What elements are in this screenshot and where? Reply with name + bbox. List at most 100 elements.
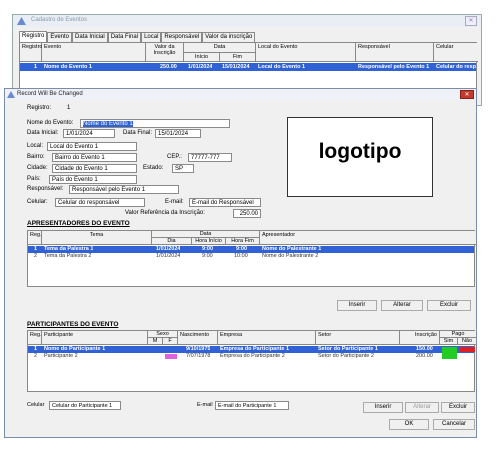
pago-nao-indicator (460, 347, 475, 352)
celular-field[interactable]: Celular do responsável (55, 198, 145, 207)
sexo-f-indicator (165, 354, 177, 359)
close-icon[interactable]: ✕ (460, 90, 474, 99)
tab-data-final[interactable]: Data Final (107, 32, 142, 42)
local-label: Local: (27, 143, 44, 149)
cell-registro: 1 (34, 64, 38, 70)
col-data: Data (152, 231, 260, 238)
col-sim[interactable]: Sim (440, 338, 458, 345)
col-celular[interactable]: Celular (434, 43, 478, 62)
col-reg[interactable]: Reg. (28, 331, 42, 345)
table-row[interactable]: 1 Nome do Evento 1 250.00 1/01/2024 15/0… (20, 63, 476, 71)
col-inscricao[interactable]: Inscrição (400, 331, 440, 345)
part-email-field[interactable]: E-mail do Participante 1 (215, 401, 289, 410)
logo-box: logotipo (287, 117, 433, 197)
col-setor[interactable]: Setor (316, 331, 400, 345)
tab-evento[interactable]: Evento (47, 32, 73, 42)
tab-data-inicial[interactable]: Data Inicial (72, 32, 108, 42)
tab-bar: Registro Evento Data Inicial Data Final … (19, 31, 256, 42)
col-responsavel[interactable]: Responsável (356, 43, 434, 62)
responsavel-field[interactable]: Responsável pelo Evento 1 (69, 185, 179, 194)
col-evento[interactable]: Evento (42, 43, 146, 62)
col-tema[interactable]: Tema (42, 231, 152, 245)
close-icon[interactable]: ✕ (465, 16, 477, 26)
estado-field[interactable]: SP (172, 164, 194, 173)
cell-reg: 1 (34, 346, 38, 352)
nome-value: Nome do Evento 1 (83, 121, 133, 127)
data-final-label: Data Final: (123, 130, 153, 136)
cell-fim: 15/01/2024 (222, 64, 250, 70)
table-row[interactable]: 1 Nome do Participante 1 9/10/1975 Empre… (28, 346, 475, 353)
cell-dia: 1/01/2024 (156, 253, 181, 259)
pago-sim-indicator (442, 347, 457, 359)
registro-value: 1 (67, 105, 71, 111)
tab-responsavel[interactable]: Responsável (161, 32, 203, 42)
participantes-inserir-button[interactable]: Inserir (363, 402, 403, 413)
col-hora-fim[interactable]: Hora Fim (226, 238, 260, 245)
apresentadores-alterar-button[interactable]: Alterar (381, 300, 423, 311)
cell-apresentador: Nome do Palestrante 2 (262, 253, 319, 259)
cell-nascimento: 7/07/1978 (186, 353, 211, 359)
cell-empresa: Empresa do Participante 2 (220, 353, 285, 359)
valor-ref-field[interactable]: 250.00 (233, 209, 261, 218)
cell-inicio: 9:00 (202, 246, 214, 252)
responsavel-label: Responsável: (27, 186, 64, 192)
col-nascimento[interactable]: Nascimento (178, 331, 218, 345)
col-reg[interactable]: Reg. (28, 231, 42, 245)
apresentadores-inserir-button[interactable]: Inserir (337, 300, 377, 311)
part-celular-field[interactable]: Celular do Participante 1 (49, 401, 121, 410)
col-participante[interactable]: Participante (42, 331, 148, 345)
participantes-excluir-button[interactable]: Excluir (441, 402, 475, 413)
participantes-grid[interactable]: Reg. Participante Sexo M F Nascimento Em… (27, 330, 476, 392)
cell-inscricao: 150.00 (416, 346, 433, 352)
table-row[interactable]: 1 Tema da Palestra 1 1/01/2024 9:00 9:00… (28, 246, 474, 253)
col-registro[interactable]: Registro (20, 43, 42, 62)
cell-tema: Tema da Palestra 1 (44, 246, 94, 252)
email-label: E-mail: (165, 199, 184, 205)
col-valor[interactable]: Valor da Inscrição (146, 43, 184, 62)
data-inicial-label: Data Inicial: (27, 130, 59, 136)
col-local[interactable]: Local do Evento (256, 43, 356, 62)
dialog-title: Record Will Be Changed (5, 89, 476, 100)
col-inicio[interactable]: Início (184, 53, 220, 62)
bairro-field[interactable]: Bairro do Evento 1 (52, 153, 137, 162)
bairro-label: Bairro: (27, 154, 45, 160)
cell-reg: 2 (34, 353, 38, 359)
tab-valor-inscricao[interactable]: Valor da inscrição (202, 32, 256, 42)
pais-field[interactable]: País do Evento 1 (49, 175, 137, 184)
local-field[interactable]: Local do Evento 1 (47, 142, 137, 151)
nome-label: Nome do Evento: (27, 120, 74, 126)
cep-field[interactable]: 77777-777 (188, 153, 232, 162)
apresentadores-grid[interactable]: Reg. Tema Data Dia Hora Início Hora Fim … (27, 230, 476, 287)
col-dia[interactable]: Dia (152, 238, 192, 245)
col-m[interactable]: M (148, 338, 163, 345)
cell-setor: Setor do Participante 1 (318, 346, 378, 352)
cell-participante: Nome do Participante 1 (44, 346, 106, 352)
data-inicial-field[interactable]: 1/01/2024 (63, 129, 115, 138)
tab-local[interactable]: Local (141, 32, 162, 42)
participantes-alterar-button[interactable]: Alterar (405, 402, 439, 413)
col-empresa[interactable]: Empresa (218, 331, 316, 345)
table-row[interactable]: 2 Tema da Palestra 2 1/01/2024 9:00 10:0… (28, 253, 474, 260)
table-row[interactable]: 2 Participante 2 7/07/1978 Empresa do Pa… (28, 347, 474, 360)
ok-button[interactable]: OK (389, 419, 429, 430)
cell-reg: 2 (34, 253, 38, 259)
cidade-field[interactable]: Cidade do Evento 1 (52, 164, 137, 173)
col-nao[interactable]: Não (458, 338, 476, 345)
col-apresentador[interactable]: Apresentador (260, 231, 476, 245)
data-final-field[interactable]: 15/01/2024 (155, 129, 201, 138)
cancel-button[interactable]: Cancelar (433, 419, 475, 430)
col-hora-inicio[interactable]: Hora Início (192, 238, 226, 245)
cell-fim: 10:00 (234, 253, 248, 259)
apresentadores-title: APRESENTADORES DO EVENTO (27, 220, 130, 227)
col-f[interactable]: F (163, 338, 178, 345)
valor-ref-label: Valor Referência da Inscrição: (125, 210, 205, 216)
registro-label: Registro: (27, 105, 52, 111)
email-field[interactable]: E-mail do Responsável (189, 198, 261, 207)
nome-field[interactable]: Nome do Evento 1 (80, 119, 230, 128)
tab-registro[interactable]: Registro (19, 31, 48, 42)
cell-evento: Nome do Evento 1 (44, 64, 92, 70)
col-fim[interactable]: Fim (220, 53, 256, 62)
celular-label: Celular: (27, 199, 48, 205)
apresentadores-excluir-button[interactable]: Excluir (427, 300, 471, 311)
app-icon (17, 17, 26, 25)
